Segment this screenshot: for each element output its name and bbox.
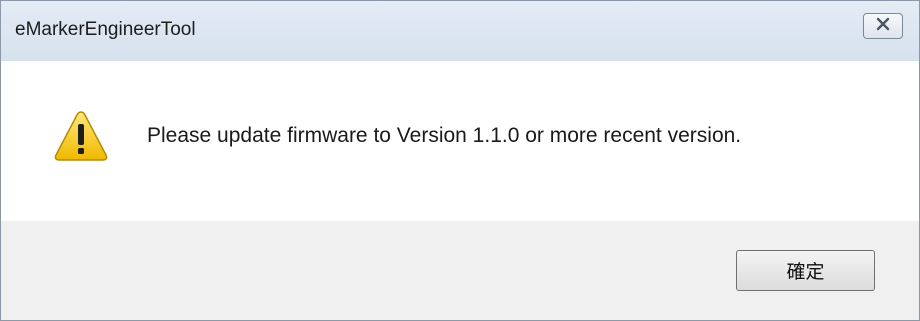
button-bar: 確定 bbox=[1, 221, 919, 320]
ok-button[interactable]: 確定 bbox=[736, 250, 875, 291]
warning-icon bbox=[53, 109, 109, 163]
message-area: Please update firmware to Version 1.1.0 … bbox=[1, 61, 919, 221]
close-icon bbox=[874, 17, 892, 36]
close-button[interactable] bbox=[863, 13, 903, 39]
title-bar[interactable]: eMarkerEngineerTool bbox=[1, 1, 919, 61]
message-text: Please update firmware to Version 1.1.0 … bbox=[147, 124, 742, 147]
message-dialog: eMarkerEngineerTool Please update firmwa… bbox=[0, 0, 920, 321]
window-title: eMarkerEngineerTool bbox=[15, 19, 196, 40]
